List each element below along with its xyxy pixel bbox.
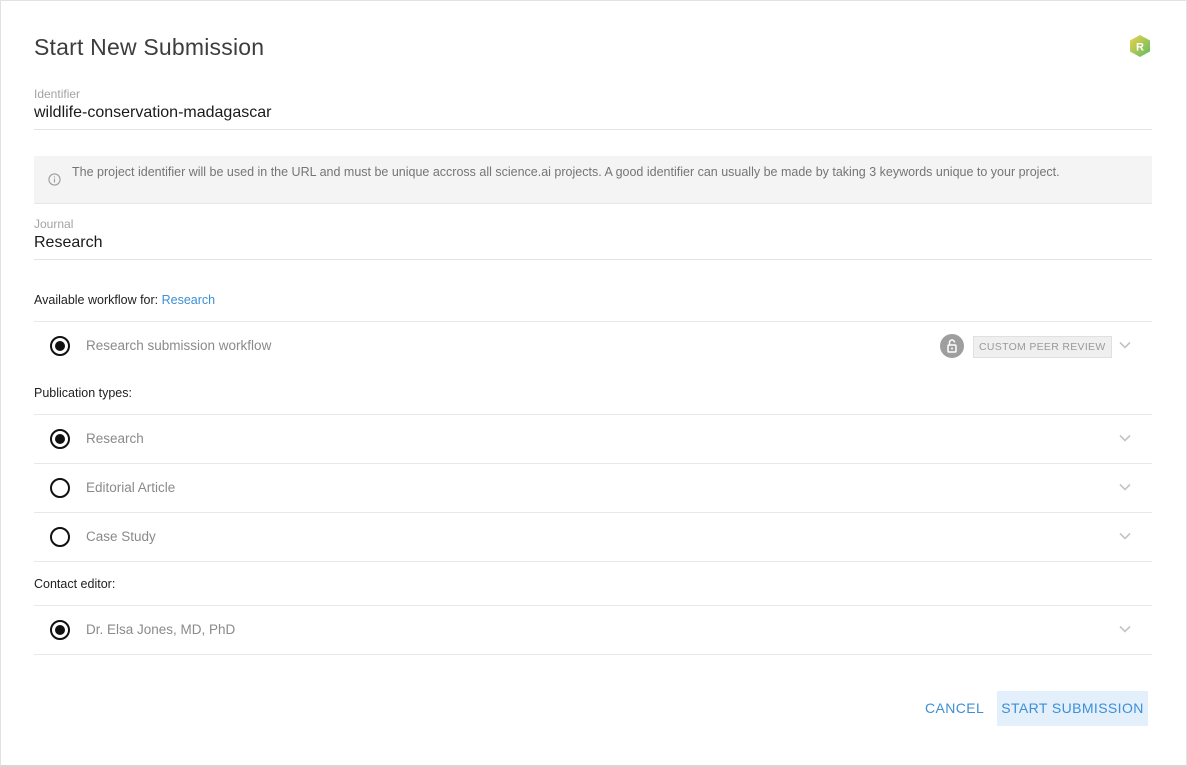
identifier-input[interactable]: wildlife-conservation-madagascar [34, 104, 271, 122]
chevron-down-icon[interactable] [1118, 622, 1132, 636]
open-lock-icon [940, 334, 964, 358]
page-title: Start New Submission [34, 34, 265, 60]
workflow-radio[interactable] [50, 336, 70, 356]
journal-underline [34, 259, 1152, 260]
peer-review-tag: CUSTOM PEER REVIEW [973, 336, 1112, 358]
publication-type-radio[interactable] [50, 429, 70, 449]
workflow-journal-link[interactable]: Research [162, 293, 216, 307]
publication-type-label: Case Study [86, 529, 156, 544]
publication-type-option[interactable]: Research [34, 414, 1152, 463]
identifier-label: Identifier [34, 87, 81, 101]
chevron-down-icon[interactable] [1118, 529, 1132, 543]
publication-types-heading: Publication types: [34, 386, 132, 400]
identifier-info-text: The project identifier will be used in t… [72, 165, 1060, 179]
contact-editor-heading: Contact editor: [34, 577, 116, 591]
chevron-down-icon[interactable] [1118, 338, 1132, 352]
publication-type-option[interactable]: Editorial Article [34, 463, 1152, 512]
contact-editor-radio[interactable] [50, 620, 70, 640]
contact-editor-option[interactable]: Dr. Elsa Jones, MD, PhD [34, 605, 1152, 655]
publication-type-label: Research [86, 431, 144, 446]
workflow-heading-prefix: Available workflow for: [34, 293, 159, 307]
start-submission-button[interactable]: START SUBMISSION [997, 691, 1148, 726]
workflow-option[interactable]: Research submission workflow CUSTOM PEER… [34, 321, 1152, 370]
identifier-info-box: The project identifier will be used in t… [34, 156, 1152, 204]
publication-type-option[interactable]: Case Study [34, 512, 1152, 562]
info-icon [48, 173, 61, 186]
workflow-heading: Available workflow for: Research [34, 293, 215, 307]
publication-type-radio[interactable] [50, 478, 70, 498]
publication-type-radio[interactable] [50, 527, 70, 547]
publication-type-label: Editorial Article [86, 480, 176, 495]
journal-input[interactable]: Research [34, 234, 102, 252]
chevron-down-icon[interactable] [1118, 431, 1132, 445]
chevron-down-icon[interactable] [1118, 480, 1132, 494]
workflow-option-label: Research submission workflow [86, 338, 272, 353]
identifier-underline [34, 129, 1152, 130]
contact-editor-label: Dr. Elsa Jones, MD, PhD [86, 622, 236, 637]
journal-label: Journal [34, 217, 74, 231]
avatar-letter: R [1136, 42, 1144, 54]
user-avatar-icon[interactable]: R [1128, 34, 1152, 58]
cancel-button[interactable]: CANCEL [917, 691, 992, 726]
